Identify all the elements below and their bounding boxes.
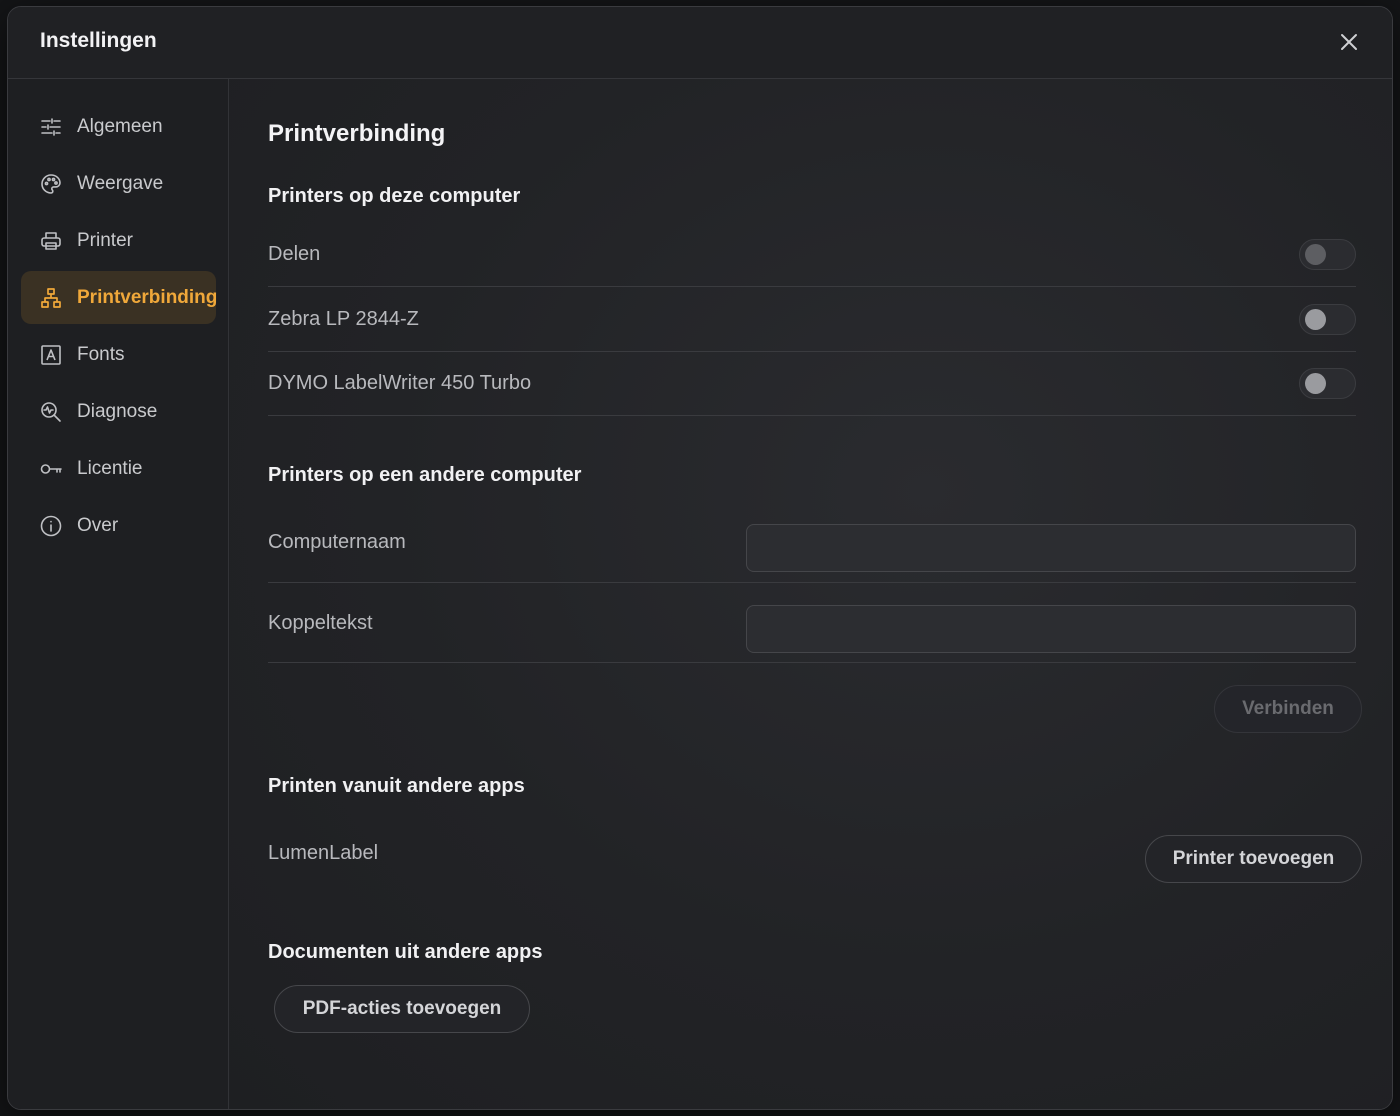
toggle-delen[interactable] <box>1299 239 1356 270</box>
settings-content: Printverbinding Printers op deze compute… <box>230 79 1392 1109</box>
sidebar-item-algemeen[interactable]: Algemeen <box>21 100 216 153</box>
info-icon <box>38 513 64 539</box>
diagnose-icon <box>38 399 64 425</box>
add-printer-button[interactable]: Printer toevoegen <box>1145 835 1362 883</box>
sidebar-item-weergave[interactable]: Weergave <box>21 157 216 210</box>
palette-icon <box>38 171 64 197</box>
section-heading-documents: Documenten uit andere apps <box>268 941 543 963</box>
key-icon <box>38 456 64 482</box>
divider <box>268 662 1356 663</box>
connect-button[interactable]: Verbinden <box>1214 685 1362 733</box>
divider <box>268 286 1356 287</box>
sliders-icon <box>38 114 64 140</box>
computername-label: Computernaam <box>268 531 406 553</box>
title-bar: Instellingen <box>8 7 1392 79</box>
sidebar-item-printverbinding[interactable]: Printverbinding <box>21 271 218 324</box>
close-icon <box>1341 34 1357 50</box>
row-label-dymo: DYMO LabelWriter 450 Turbo <box>268 372 532 394</box>
toggle-knob <box>1305 309 1326 330</box>
computername-input[interactable] <box>746 524 1356 572</box>
dialog-title: Instellingen <box>40 29 157 52</box>
sidebar-item-label: Diagnose <box>77 400 158 422</box>
network-icon <box>38 285 64 311</box>
sidebar-item-label: Algemeen <box>77 115 163 137</box>
divider <box>268 582 1356 583</box>
row-label-delen: Delen <box>268 243 321 265</box>
sidebar-item-fonts[interactable]: Fonts <box>21 328 216 381</box>
section-heading-remote: Printers op een andere computer <box>268 464 582 486</box>
toggle-zebra[interactable] <box>1299 304 1356 335</box>
pair-text-input[interactable] <box>746 605 1356 653</box>
pair-text-label: Koppeltekst <box>268 612 373 634</box>
sidebar-item-label: Printverbinding <box>77 286 218 308</box>
sidebar-item-label: Fonts <box>77 343 125 365</box>
sidebar-item-diagnose[interactable]: Diagnose <box>21 385 216 438</box>
divider <box>268 415 1356 416</box>
sidebar-item-printer[interactable]: Printer <box>21 214 216 267</box>
sidebar-item-label: Over <box>77 514 119 536</box>
toggle-knob <box>1305 373 1326 394</box>
sidebar-item-over[interactable]: Over <box>21 499 216 552</box>
toggle-knob <box>1305 244 1326 265</box>
row-label-zebra: Zebra LP 2844-Z <box>268 308 419 330</box>
page-title: Printverbinding <box>268 120 446 147</box>
printer-icon <box>38 228 64 254</box>
divider <box>268 351 1356 352</box>
section-heading-apps: Printen vanuit andere apps <box>268 775 525 797</box>
add-pdf-actions-button[interactable]: PDF-acties toevoegen <box>274 985 530 1033</box>
sidebar-item-licentie[interactable]: Licentie <box>21 442 216 495</box>
app-label-lumenlabel: LumenLabel <box>268 842 379 864</box>
sidebar-item-label: Printer <box>77 229 133 251</box>
settings-dialog: Instellingen Algemeen Weergave Printer P… <box>7 6 1393 1110</box>
sidebar: Algemeen Weergave Printer Printverbindin… <box>8 79 229 1109</box>
section-heading-local: Printers op deze computer <box>268 185 521 207</box>
font-icon <box>38 342 64 368</box>
sidebar-item-label: Weergave <box>77 172 164 194</box>
toggle-dymo[interactable] <box>1299 368 1356 399</box>
close-button[interactable] <box>1336 29 1362 55</box>
sidebar-item-label: Licentie <box>77 457 143 479</box>
